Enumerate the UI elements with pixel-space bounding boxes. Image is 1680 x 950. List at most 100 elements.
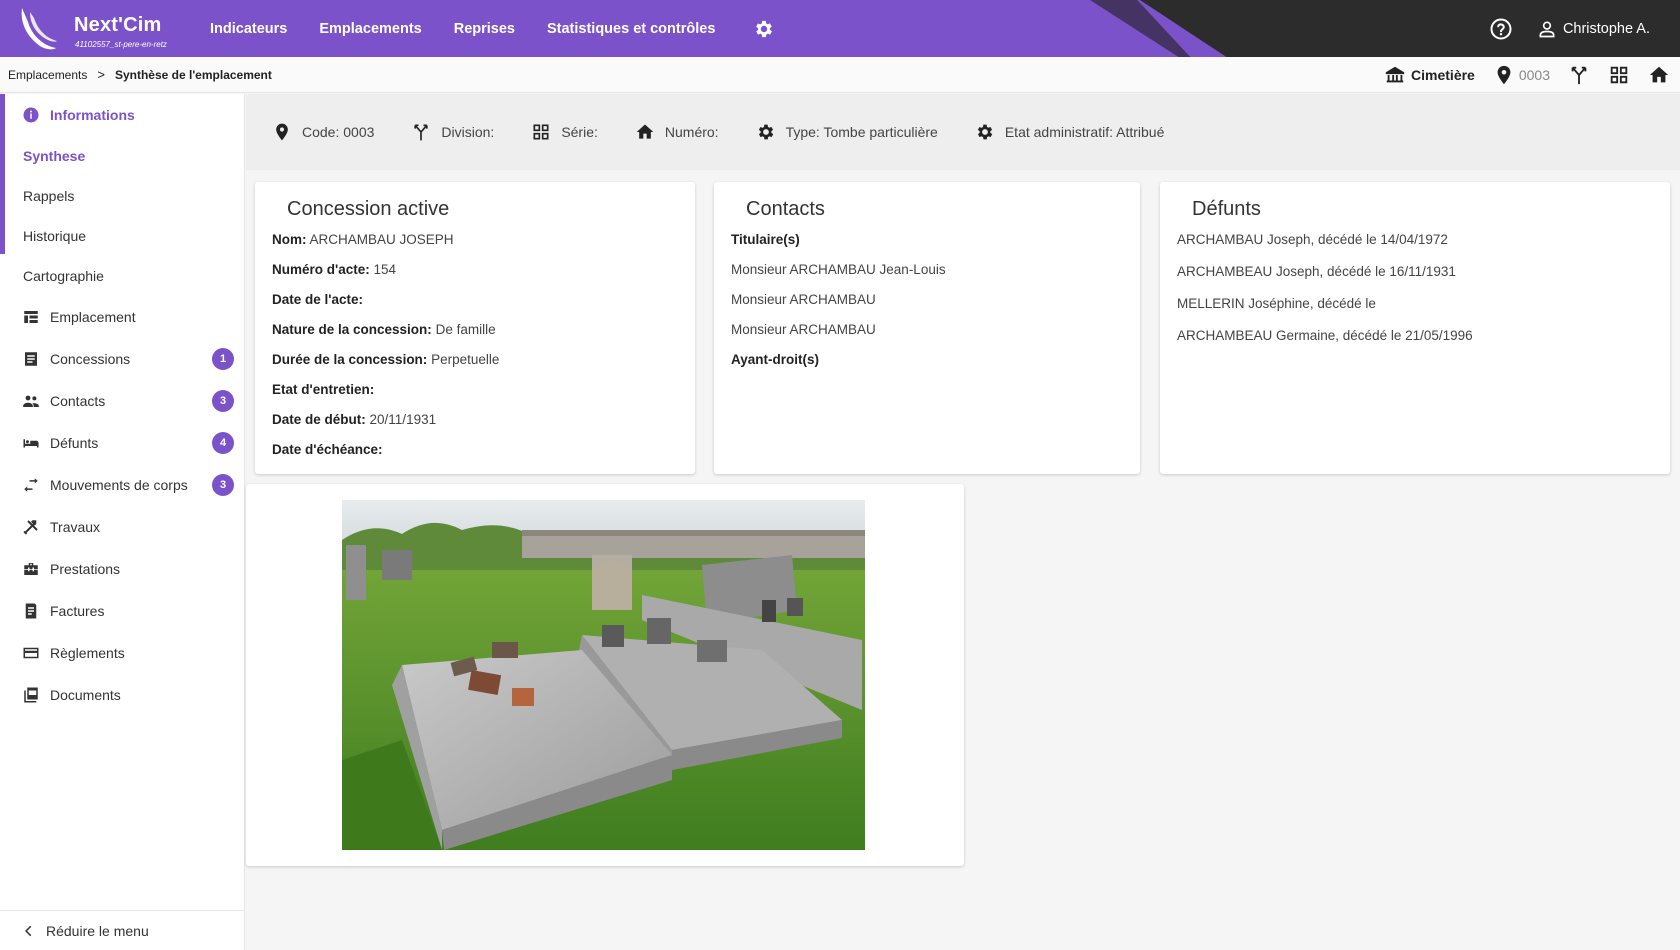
info-serie-text: Série: bbox=[561, 124, 598, 140]
location-shortcuts: Cimetière 0003 bbox=[1366, 57, 1670, 93]
swap-arrows-icon bbox=[24, 478, 38, 492]
user-menu[interactable]: Christophe A. bbox=[1537, 19, 1650, 39]
nav-statistiques[interactable]: Statistiques et contrôles bbox=[547, 21, 715, 37]
emplacement-icon bbox=[24, 311, 38, 323]
info-code: Code: 0003 bbox=[272, 122, 374, 142]
serie-shortcut[interactable] bbox=[1608, 64, 1630, 86]
sidebar-documents[interactable]: Documents bbox=[0, 674, 244, 716]
sidebar-emplacement[interactable]: Emplacement bbox=[0, 296, 244, 338]
concession-row-numero-acte: Numéro d'acte: 154 bbox=[272, 262, 397, 277]
sidebar-contacts[interactable]: Contacts 3 bbox=[0, 380, 244, 422]
sidebar-cartographie-label: Cartographie bbox=[23, 268, 104, 284]
sidebar-travaux[interactable]: Travaux bbox=[0, 506, 244, 548]
defunts-count-badge: 4 bbox=[212, 432, 234, 454]
sidebar-reglements-label: Règlements bbox=[50, 645, 125, 661]
division-shortcut[interactable] bbox=[1568, 64, 1590, 86]
cimetiere-label: Cimetière bbox=[1411, 67, 1475, 83]
brand-name[interactable]: Next'Cim bbox=[74, 14, 162, 37]
sidebar-mouvements[interactable]: Mouvements de corps 3 bbox=[0, 464, 244, 506]
contacts-card: Contacts Titulaire(s) Monsieur ARCHAMBAU… bbox=[714, 182, 1140, 474]
concession-title: Concession active bbox=[287, 198, 450, 220]
breadcrumb-emplacements[interactable]: Emplacements bbox=[8, 68, 87, 82]
defunt-item[interactable]: ARCHAMBEAU Germaine, décédé le 21/05/199… bbox=[1177, 328, 1473, 343]
grave-photo[interactable] bbox=[342, 500, 865, 850]
defunt-item[interactable]: ARCHAMBEAU Joseph, décédé le 16/11/1931 bbox=[1177, 264, 1456, 279]
code-shortcut[interactable]: 0003 bbox=[1493, 64, 1550, 86]
sidebar-concessions[interactable]: Concessions 1 bbox=[0, 338, 244, 380]
nextcim-logo-icon[interactable] bbox=[18, 6, 58, 50]
pdf-document-icon bbox=[24, 687, 38, 703]
info-division: Division: bbox=[411, 122, 494, 142]
concession-card: Concession active Nom: ARCHAMBAU JOSEPH … bbox=[255, 182, 695, 474]
user-name: Christophe A. bbox=[1562, 20, 1650, 37]
info-type: Type: Tombe particulière bbox=[756, 122, 938, 142]
sidebar-historique-label: Historique bbox=[23, 228, 87, 244]
sidebar-factures-label: Factures bbox=[50, 603, 105, 619]
nav-indicateurs[interactable]: Indicateurs bbox=[210, 21, 287, 37]
cimetiere-shortcut[interactable]: Cimetière bbox=[1384, 64, 1475, 86]
sidebar-reglements[interactable]: Règlements bbox=[0, 632, 244, 674]
sidebar-defunts-label: Défunts bbox=[50, 435, 99, 451]
concession-row-nom: Nom: ARCHAMBAU JOSEPH bbox=[272, 232, 454, 247]
info-division-text: Division: bbox=[441, 124, 495, 140]
top-right-area: Christophe A. bbox=[1489, 0, 1650, 57]
breadcrumb: Emplacements > Synthèse de l'emplacement bbox=[0, 67, 272, 82]
invoice-icon bbox=[25, 603, 37, 619]
nav-reprises[interactable]: Reprises bbox=[454, 21, 515, 37]
grid-icon bbox=[533, 124, 549, 140]
info-serie: Série: bbox=[531, 122, 598, 142]
info-numero: Numéro: bbox=[635, 122, 719, 142]
sidebar-synthese[interactable]: Synthese bbox=[0, 136, 244, 176]
location-pin-icon bbox=[276, 123, 288, 141]
code-label: 0003 bbox=[1518, 67, 1550, 83]
top-bar: Next'Cim 41102557_st-pere-en-retz Indica… bbox=[0, 0, 1680, 57]
people-icon bbox=[23, 395, 39, 407]
tools-icon bbox=[23, 520, 38, 535]
settings-gear-icon[interactable] bbox=[753, 18, 775, 40]
photo-card bbox=[246, 484, 964, 866]
sidebar-prestations-label: Prestations bbox=[50, 561, 121, 577]
sidebar-historique[interactable]: Historique bbox=[0, 216, 244, 256]
sidebar-informations[interactable]: Informations bbox=[0, 94, 244, 136]
titulaire-item[interactable]: Monsieur ARCHAMBAU Jean-Louis bbox=[731, 262, 946, 277]
defunts-title: Défunts bbox=[1192, 198, 1261, 220]
sidebar-emplacement-label: Emplacement bbox=[50, 309, 136, 325]
credit-card-icon bbox=[23, 647, 39, 659]
titulaires-heading: Titulaire(s) bbox=[731, 232, 800, 247]
concession-row-date-acte: Date de l'acte: bbox=[272, 292, 363, 307]
sidebar-prestations[interactable]: Prestations bbox=[0, 548, 244, 590]
sidebar-contacts-label: Contacts bbox=[50, 393, 106, 409]
collapse-menu-button[interactable]: Réduire le menu bbox=[0, 910, 245, 950]
defunt-item[interactable]: MELLERIN Joséphine, décédé le bbox=[1177, 296, 1376, 311]
gear-icon bbox=[977, 124, 993, 140]
division-fork-icon bbox=[414, 124, 429, 141]
concession-row-nature: Nature de la concession: De famille bbox=[272, 322, 496, 337]
sidebar-cartographie[interactable]: Cartographie bbox=[0, 256, 244, 296]
sidebar-synthese-label: Synthese bbox=[23, 148, 86, 164]
contacts-count-badge: 3 bbox=[212, 390, 234, 412]
sidebar-factures[interactable]: Factures bbox=[0, 590, 244, 632]
sidebar-defunts[interactable]: Défunts 4 bbox=[0, 422, 244, 464]
gear-icon bbox=[758, 124, 773, 140]
emplacement-info-strip: Code: 0003 Division: Série: Numéro: Type… bbox=[246, 94, 1680, 170]
concession-row-date-echeance: Date d'échéance: bbox=[272, 442, 383, 457]
bed-icon bbox=[23, 439, 39, 448]
sidebar-travaux-label: Travaux bbox=[50, 519, 101, 535]
titulaire-item[interactable]: Monsieur ARCHAMBAU bbox=[731, 292, 876, 307]
defunts-card: Défunts ARCHAMBAU Joseph, décédé le 14/0… bbox=[1160, 182, 1670, 474]
titulaire-item[interactable]: Monsieur ARCHAMBAU bbox=[731, 322, 876, 337]
nav-emplacements[interactable]: Emplacements bbox=[319, 21, 421, 37]
concessions-icon bbox=[25, 352, 37, 366]
info-etat-text: Etat administratif: Attribué bbox=[1004, 124, 1165, 140]
help-icon[interactable] bbox=[1489, 17, 1513, 41]
grid-icon bbox=[1610, 66, 1628, 84]
sidebar: Informations Synthese Rappels Historique… bbox=[0, 94, 245, 950]
defunt-item[interactable]: ARCHAMBAU Joseph, décédé le 14/04/1972 bbox=[1177, 232, 1448, 247]
sidebar-rappels-label: Rappels bbox=[23, 188, 75, 204]
home-shortcut[interactable] bbox=[1648, 64, 1670, 86]
user-icon bbox=[1539, 21, 1555, 37]
breadcrumb-separator: > bbox=[97, 67, 105, 82]
division-fork-icon bbox=[1571, 66, 1587, 85]
concessions-count-badge: 1 bbox=[212, 348, 234, 370]
sidebar-rappels[interactable]: Rappels bbox=[0, 176, 244, 216]
